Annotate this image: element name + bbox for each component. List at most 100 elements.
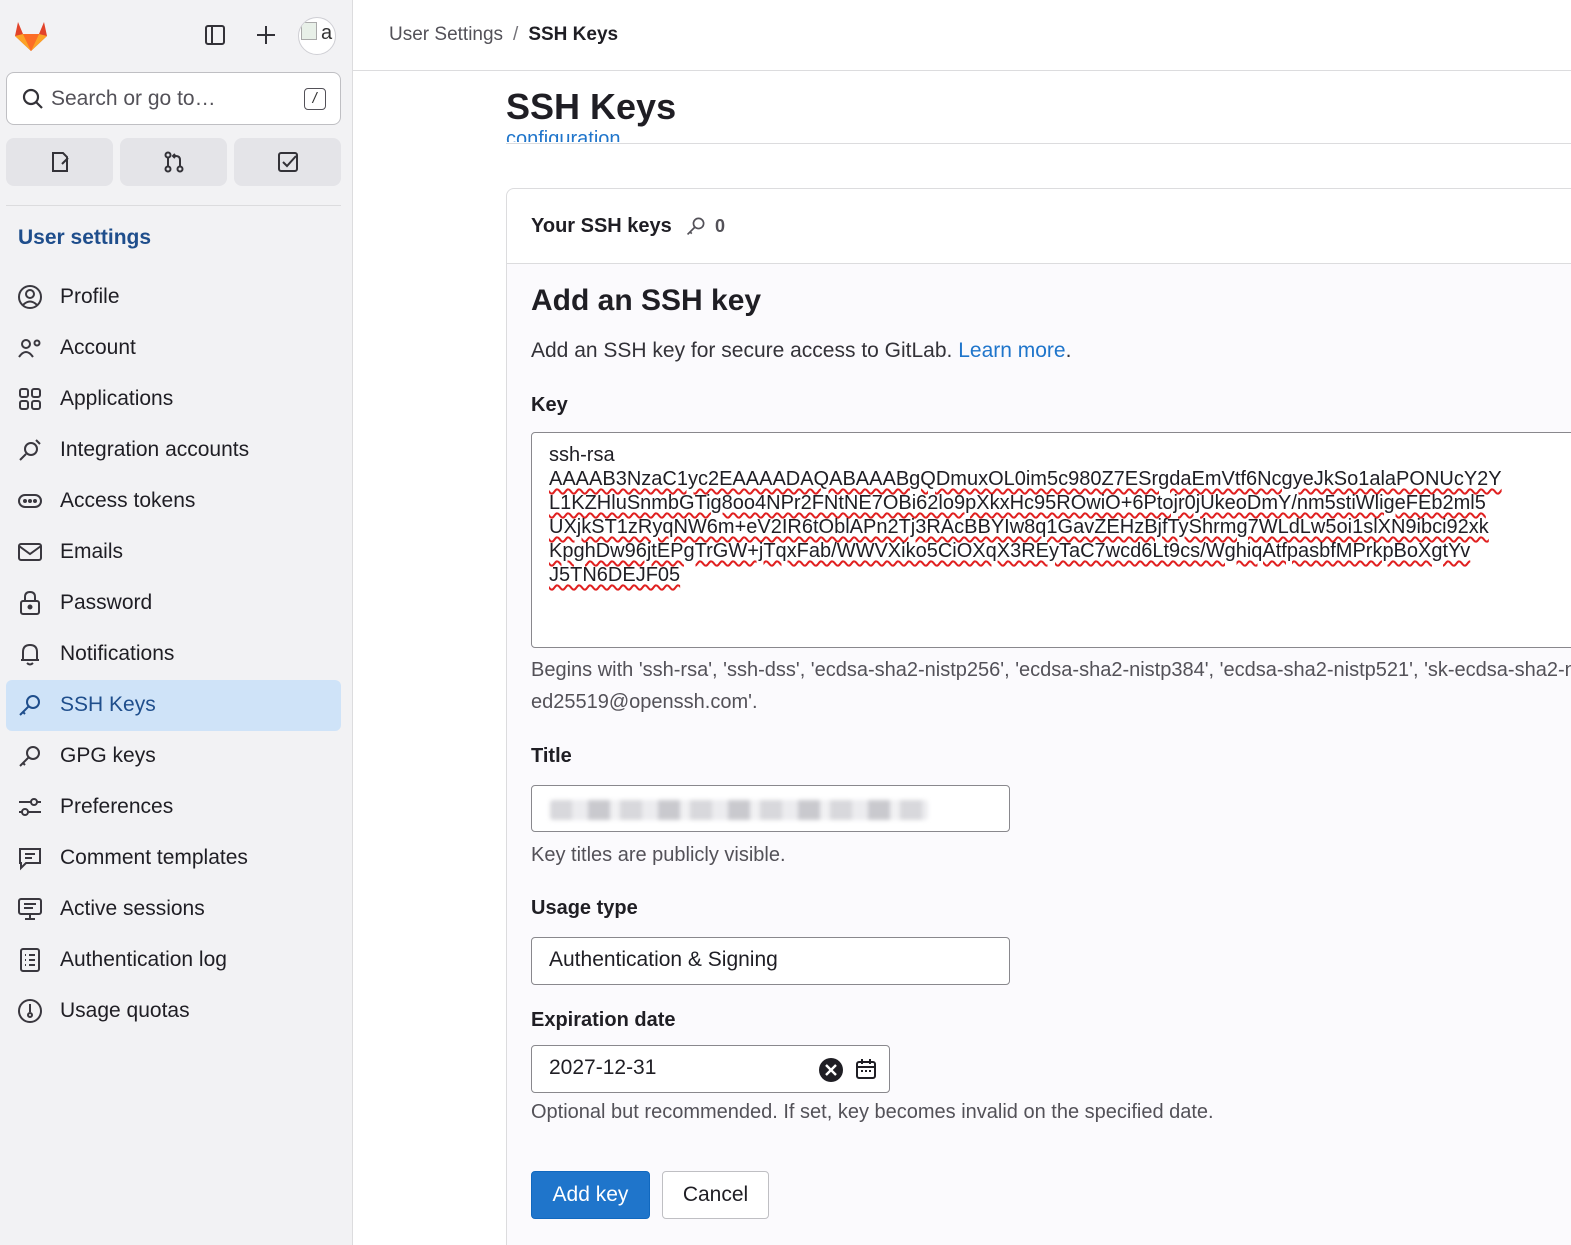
clear-icon[interactable] xyxy=(818,1057,844,1083)
gitlab-logo-icon[interactable] xyxy=(10,14,52,56)
sidebar-item-account[interactable]: Account xyxy=(6,323,341,374)
sidebar-top: a xyxy=(0,0,353,70)
sidebar-item-profile[interactable]: Profile xyxy=(6,272,341,323)
key-line: L1KZHluSnmbGTig8oo4NPr2FNtNE7OBi62lo9pXk… xyxy=(549,492,1486,514)
sidebar-item-integration-accounts[interactable]: Integration accounts xyxy=(6,425,341,476)
account-icon xyxy=(17,335,43,361)
title-input[interactable] xyxy=(531,785,1010,832)
sidebar-item-password[interactable]: Password xyxy=(6,578,341,629)
key-count: 0 xyxy=(715,216,726,236)
key-label: Key xyxy=(531,394,568,416)
key-help-text: Begins with 'ssh-rsa', 'ssh-dss', 'ecdsa… xyxy=(531,659,1571,681)
usage-type-select[interactable]: Authentication & Signing xyxy=(531,937,1010,985)
avatar[interactable]: a xyxy=(298,17,336,55)
scrolled-text-peek[interactable]: configuration. xyxy=(506,128,626,142)
expiration-date-value: 2027-12-31 xyxy=(549,1056,657,1079)
breadcrumb-ssh-keys[interactable]: SSH Keys xyxy=(528,24,618,45)
calendar-icon[interactable] xyxy=(854,1057,878,1081)
todo-icon xyxy=(277,152,298,172)
sidebar-item-preferences[interactable]: Preferences xyxy=(6,782,341,833)
key-line: ssh-rsa xyxy=(549,443,1571,467)
sidebar-section-title[interactable]: User settings xyxy=(18,226,151,250)
breadcrumb-user-settings[interactable]: User Settings xyxy=(389,24,503,45)
add-key-button[interactable]: Add key xyxy=(531,1171,650,1219)
description-end: . xyxy=(1065,339,1072,362)
comment-icon xyxy=(17,845,43,871)
monitor-icon xyxy=(17,896,43,922)
expiration-label: Expiration date xyxy=(531,1009,676,1031)
token-icon xyxy=(17,488,43,514)
sidebar-item-label: Emails xyxy=(60,540,124,563)
log-icon xyxy=(17,947,43,973)
applications-icon xyxy=(17,386,43,412)
sidebar-item-authentication-log[interactable]: Authentication log xyxy=(6,935,341,986)
cancel-button[interactable]: Cancel xyxy=(662,1171,769,1219)
search-input[interactable]: Search or go to… / xyxy=(6,72,341,125)
key-line: AAAAB3NzaC1yc2EAAAADAQABAAABgQDmuxOL0im5… xyxy=(549,468,1502,490)
sidebar-item-label: Active sessions xyxy=(60,897,205,920)
integration-icon xyxy=(17,437,43,463)
description-text: Add an SSH key for secure access to GitL… xyxy=(531,339,953,362)
avatar-alt-text: a xyxy=(321,22,333,44)
plus-icon[interactable] xyxy=(249,18,283,52)
key-line: J5TN6DEJF05 xyxy=(549,564,681,586)
card-title: Your SSH keys xyxy=(531,215,672,237)
search-shortcut-badge: / xyxy=(304,88,326,110)
todo-button[interactable] xyxy=(234,138,341,186)
sidebar-item-ssh-keys[interactable]: SSH Keys xyxy=(6,680,341,731)
key-help-text-line2: ed25519@openssh.com'. xyxy=(531,691,758,713)
sidebar-item-label: GPG keys xyxy=(60,744,156,767)
breadcrumb: User Settings / SSH Keys xyxy=(389,24,618,46)
sidebar-item-access-tokens[interactable]: Access tokens xyxy=(6,476,341,527)
key-textarea[interactable]: ssh-rsa AAAAB3NzaC1yc2EAAAADAQABAAABgQDmu… xyxy=(531,432,1571,648)
sidebar-item-label: Integration accounts xyxy=(60,438,250,461)
sidebar-item-gpg-keys[interactable]: GPG keys xyxy=(6,731,341,782)
sidebar-item-usage-quotas[interactable]: Usage quotas xyxy=(6,986,341,1037)
sidebar-item-label: Notifications xyxy=(60,642,175,665)
form-description: Add an SSH key for secure access to GitL… xyxy=(531,339,1071,363)
key-line: KpghDw96jtEPgTrGW+jTqxFab/WWVXiko5CiOXqX… xyxy=(549,540,1471,562)
broken-image-icon xyxy=(301,22,317,40)
issues-button[interactable] xyxy=(6,138,113,186)
search-icon xyxy=(22,88,43,109)
sidebar-item-label: SSH Keys xyxy=(60,693,156,716)
preferences-icon xyxy=(17,794,43,820)
sidebar-item-applications[interactable]: Applications xyxy=(6,374,341,425)
title-divider xyxy=(506,143,1571,144)
profile-icon xyxy=(17,284,43,310)
sidebar-item-label: Authentication log xyxy=(60,948,227,971)
ssh-keys-card: Your SSH keys 0 Add an SSH key Add an SS… xyxy=(506,188,1571,1245)
key-line-text: ssh-rsa xyxy=(549,444,615,466)
lock-icon xyxy=(17,590,43,616)
usage-type-label: Usage type xyxy=(531,897,638,919)
add-key-form: Add an SSH key Add an SSH key for secure… xyxy=(507,264,1571,1245)
key-icon xyxy=(17,692,43,718)
learn-more-link[interactable]: Learn more xyxy=(958,339,1065,362)
title-help-text: Key titles are publicly visible. xyxy=(531,844,786,866)
page-title: SSH Keys xyxy=(506,86,677,127)
key-line: UXjkST1zRyqNW6m+eV2IR6tOblAPn2Tj3RAcBBYI… xyxy=(549,516,1489,538)
quota-icon xyxy=(17,998,43,1024)
merge-requests-button[interactable] xyxy=(120,138,227,186)
sidebar-item-label: Usage quotas xyxy=(60,999,190,1022)
key-icon xyxy=(17,743,43,769)
sidebar-toggle-icon[interactable] xyxy=(198,18,232,52)
sidebar-nav: Profile Account Applications Integration… xyxy=(6,272,341,1037)
top-bar: User Settings / SSH Keys xyxy=(353,0,1571,71)
redacted-title-value xyxy=(550,800,928,820)
sidebar-item-comment-templates[interactable]: Comment templates xyxy=(6,833,341,884)
sidebar-item-emails[interactable]: Emails xyxy=(6,527,341,578)
sidebar-item-notifications[interactable]: Notifications xyxy=(6,629,341,680)
mail-icon xyxy=(17,539,43,565)
sidebar-divider xyxy=(6,205,341,206)
breadcrumb-separator: / xyxy=(513,24,519,45)
form-heading: Add an SSH key xyxy=(531,284,762,317)
sidebar-item-label: Password xyxy=(60,591,153,614)
sidebar-item-label: Preferences xyxy=(60,795,174,818)
sidebar-item-label: Access tokens xyxy=(60,489,196,512)
merge-request-icon xyxy=(164,151,183,173)
title-label: Title xyxy=(531,745,572,767)
bell-icon xyxy=(17,641,43,667)
expiration-date-input[interactable]: 2027-12-31 xyxy=(531,1045,890,1093)
sidebar-item-active-sessions[interactable]: Active sessions xyxy=(6,884,341,935)
